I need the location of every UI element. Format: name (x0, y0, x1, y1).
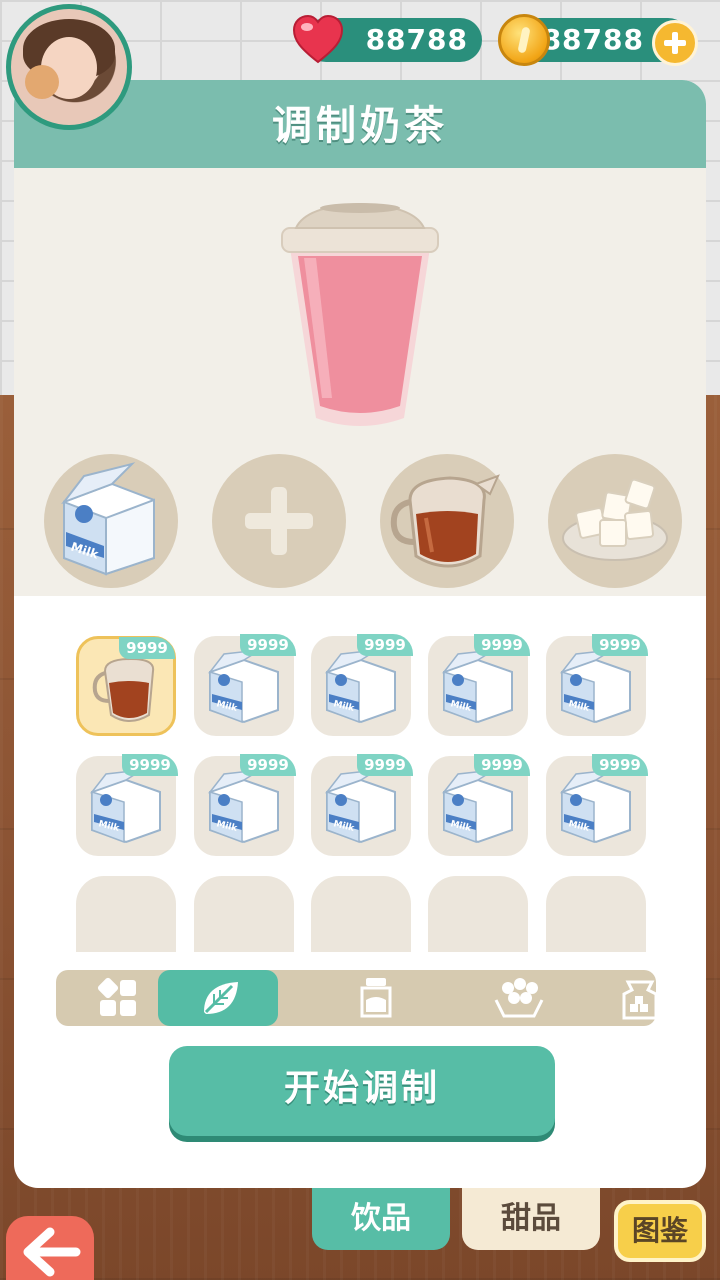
inventory-slot-empty[interactable] (194, 876, 294, 952)
inventory-slot[interactable]: Milk 9999 (76, 754, 178, 856)
start-brew-button[interactable]: 开始调制 (169, 1046, 555, 1136)
item-count-badge: 9999 (240, 634, 296, 656)
item-count-badge: 9999 (122, 754, 178, 776)
tea-pitcher-icon (92, 657, 155, 722)
item-count-badge: 9999 (357, 634, 413, 656)
inventory-slot[interactable]: Milk 9999 (311, 754, 413, 856)
inventory-slot-empty[interactable] (546, 876, 646, 952)
category-bar (56, 970, 658, 1026)
sugar-cubes-icon (562, 478, 668, 561)
milk-carton-icon: Milk (324, 650, 396, 724)
milk-carton-icon: Milk (89, 770, 161, 844)
inventory-slot[interactable]: 9999 (76, 636, 176, 736)
back-arrow-icon (23, 1227, 81, 1277)
item-count-badge: 9999 (240, 754, 296, 776)
bottle-icon (360, 978, 392, 1018)
ingredient-slot-2-empty[interactable] (212, 454, 346, 588)
category-tab-tea[interactable] (158, 970, 278, 1026)
tab-drinks[interactable]: 饮品 (312, 1188, 450, 1250)
category-tab-sugar[interactable] (578, 970, 698, 1026)
milk-tea-cup (281, 202, 439, 426)
player-avatar[interactable] (6, 4, 132, 130)
coin-icon (498, 14, 550, 66)
item-count-badge: 9999 (592, 634, 648, 656)
inventory-slot[interactable]: Milk 9999 (546, 754, 648, 856)
sugar-bag-icon (622, 980, 658, 1020)
inventory-slot[interactable]: Milk 9999 (194, 634, 296, 736)
inventory-slot-empty[interactable] (76, 876, 176, 952)
inventory-slot[interactable]: Milk 9999 (311, 634, 413, 736)
milk-carton-icon: Milk (559, 650, 631, 724)
inventory-slot[interactable]: Milk 9999 (428, 754, 530, 856)
inventory-slot[interactable]: Milk 9999 (194, 754, 296, 856)
milk-carton-icon: Milk (441, 770, 513, 844)
back-button[interactable] (6, 1216, 94, 1280)
heart-icon (292, 14, 344, 64)
milk-carton-icon: Milk (207, 650, 279, 724)
pearls-icon (494, 978, 544, 1018)
album-button[interactable]: 图鉴 (614, 1200, 706, 1262)
milk-carton-icon: Milk (61, 462, 155, 576)
inventory-slot[interactable]: Milk 9999 (428, 634, 530, 736)
tea-pitcher-icon (390, 474, 500, 568)
inventory-slot-empty[interactable] (428, 876, 528, 952)
brew-stage: Milk (14, 168, 706, 596)
milk-carton-icon: Milk (324, 770, 396, 844)
item-count-badge: 9999 (474, 754, 530, 776)
ingredient-slot-3[interactable] (380, 454, 514, 588)
tab-desserts[interactable]: 甜品 (462, 1188, 600, 1250)
item-count-badge: 9999 (474, 634, 530, 656)
ingredient-slot-1[interactable]: Milk (44, 454, 178, 588)
milk-carton-icon: Milk (559, 770, 631, 844)
milk-carton-icon: Milk (207, 770, 279, 844)
leaf-icon (204, 982, 238, 1014)
hearts-value: 88788 (365, 23, 468, 56)
category-tab-dairy[interactable] (314, 970, 434, 1026)
item-count-badge: 9999 (592, 754, 648, 776)
inventory-slot-empty[interactable] (311, 876, 411, 952)
item-count-badge: 9999 (357, 754, 413, 776)
milk-carton-icon: Milk (441, 650, 513, 724)
coins-value: 88788 (541, 23, 644, 56)
ingredient-slot-4[interactable] (548, 454, 682, 588)
category-tab-toppings[interactable] (454, 970, 574, 1026)
item-count-badge: 9999 (119, 637, 175, 659)
brew-panel: 调制奶茶 Milk 9999 Milk 9999 Milk 9999 Milk … (14, 80, 706, 1188)
grid-icon (97, 977, 136, 1016)
inventory-slot[interactable]: Milk 9999 (546, 634, 648, 736)
start-brew-label: 开始调制 (283, 1068, 440, 1109)
add-coins-button[interactable] (652, 20, 698, 66)
